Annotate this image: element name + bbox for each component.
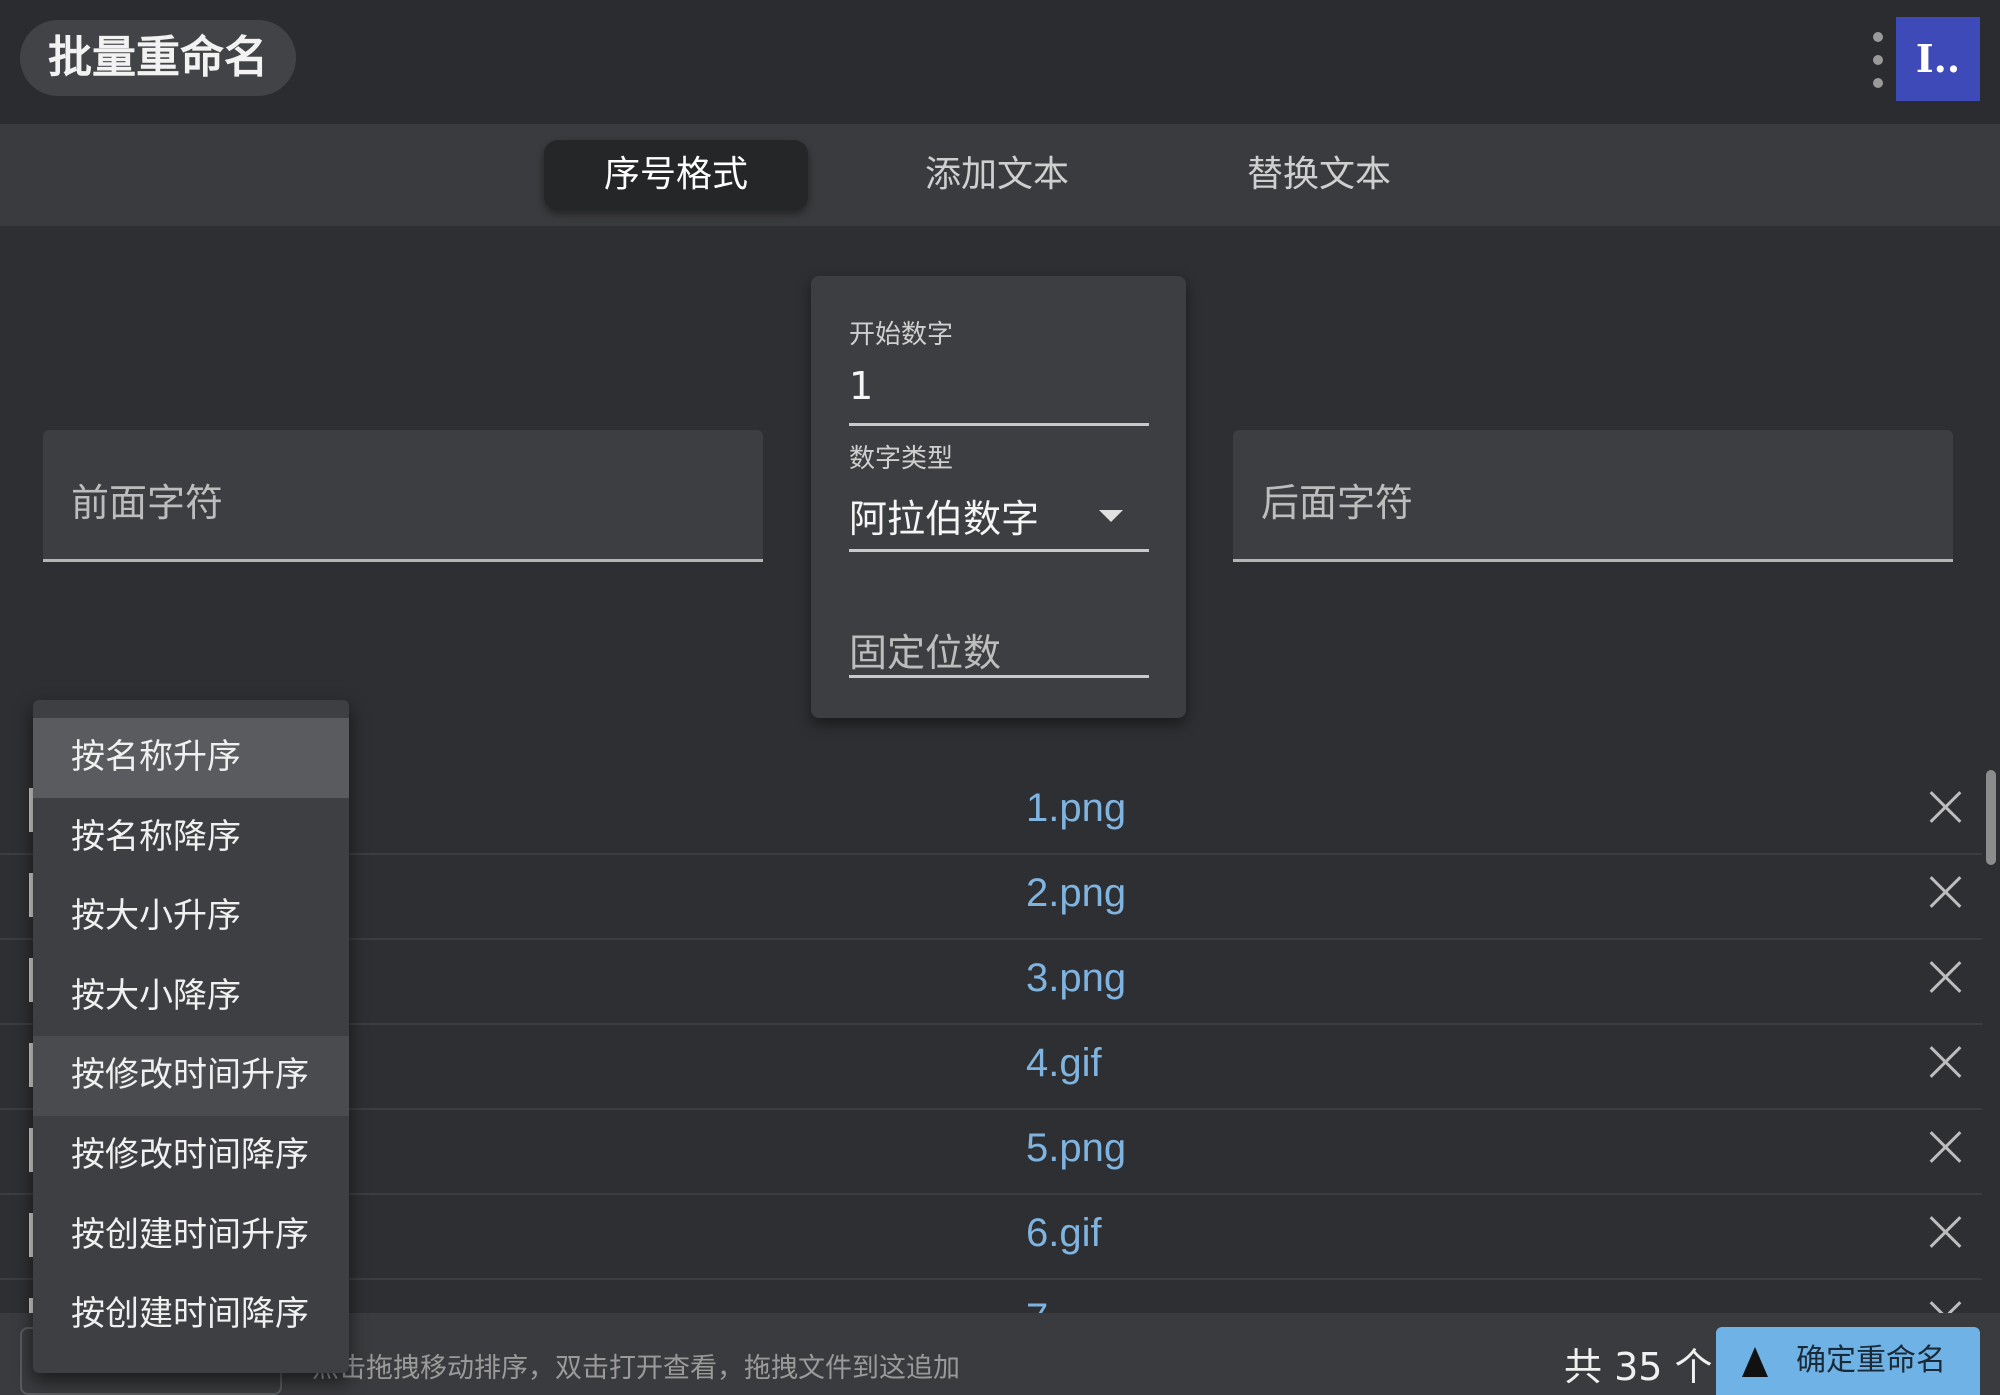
tab-add-text[interactable]: 添加文本 — [865, 140, 1129, 210]
file-name[interactable]: 4.gif — [1026, 1041, 1102, 1086]
more-vert-icon[interactable] — [1864, 32, 1892, 88]
file-name[interactable]: 1.png — [1026, 786, 1126, 831]
start-number-input[interactable]: 1 — [849, 356, 1149, 426]
suffix-input[interactable]: 后面字符 — [1233, 430, 1953, 562]
close-icon[interactable] — [1929, 875, 1963, 909]
fixed-digits-input[interactable]: 固定位数 — [849, 612, 1149, 678]
menu-item-name-asc[interactable]: 按名称升序 — [33, 718, 349, 798]
file-name[interactable]: 3.png — [1026, 956, 1126, 1001]
close-icon[interactable] — [1929, 1045, 1963, 1079]
scrollbar-thumb[interactable] — [1986, 770, 1996, 865]
close-icon[interactable] — [1929, 1215, 1963, 1249]
top-bar — [0, 0, 2000, 124]
menu-item-created-desc[interactable]: 按创建时间降序 — [33, 1275, 349, 1355]
file-name[interactable]: 2.png — [1026, 871, 1126, 916]
close-icon[interactable] — [1929, 960, 1963, 994]
menu-item-modified-asc[interactable]: 按修改时间升序 — [33, 1036, 349, 1116]
tab-sequence-format[interactable]: 序号格式 — [544, 140, 808, 210]
file-count: 共 35 个 — [1564, 1345, 1713, 1389]
start-number-value: 1 — [849, 364, 874, 408]
file-name[interactable]: 6.gif — [1026, 1211, 1102, 1256]
prefix-placeholder: 前面字符 — [71, 481, 224, 525]
file-name[interactable]: 5.png — [1026, 1126, 1126, 1171]
menu-item-name-desc[interactable]: 按名称降序 — [33, 798, 349, 878]
close-icon[interactable] — [1929, 790, 1963, 824]
start-number-label: 开始数字 — [849, 320, 954, 350]
menu-item-created-asc[interactable]: 按创建时间升序 — [33, 1196, 349, 1276]
sort-menu: 按名称升序 按名称降序 按大小升序 按大小降序 按修改时间升序 按修改时间降序 … — [33, 700, 349, 1373]
suffix-placeholder: 后面字符 — [1261, 481, 1414, 525]
avatar[interactable]: I.. — [1896, 17, 1980, 101]
hint-text: 点击拖拽移动排序，双击打开查看，拖拽文件到这追加 — [312, 1353, 960, 1384]
number-type-value: 阿拉伯数字 — [849, 497, 1040, 541]
close-icon[interactable] — [1929, 1130, 1963, 1164]
prefix-input[interactable]: 前面字符 — [43, 430, 763, 562]
confirm-rename-button[interactable]: 确定重命名 — [1716, 1327, 1980, 1395]
menu-item-size-desc[interactable]: 按大小降序 — [33, 957, 349, 1037]
app-title: 批量重命名 — [20, 20, 296, 96]
tab-replace-text[interactable]: 替换文本 — [1187, 140, 1451, 210]
tab-bar: 序号格式 添加文本 替换文本 — [0, 124, 2000, 226]
number-settings-card: 开始数字 1 数字类型 阿拉伯数字 固定位数 — [811, 276, 1186, 718]
number-type-select[interactable]: 阿拉伯数字 — [849, 476, 1149, 552]
confirm-rename-label: 确定重命名 — [1796, 1343, 1946, 1378]
menu-item-modified-desc[interactable]: 按修改时间降序 — [33, 1116, 349, 1196]
fixed-digits-placeholder: 固定位数 — [849, 631, 1002, 675]
number-type-label: 数字类型 — [849, 444, 954, 474]
menu-item-size-asc[interactable]: 按大小升序 — [33, 877, 349, 957]
navigation-arrow-icon — [1742, 1347, 1768, 1377]
dropdown-caret-icon — [1099, 510, 1123, 522]
